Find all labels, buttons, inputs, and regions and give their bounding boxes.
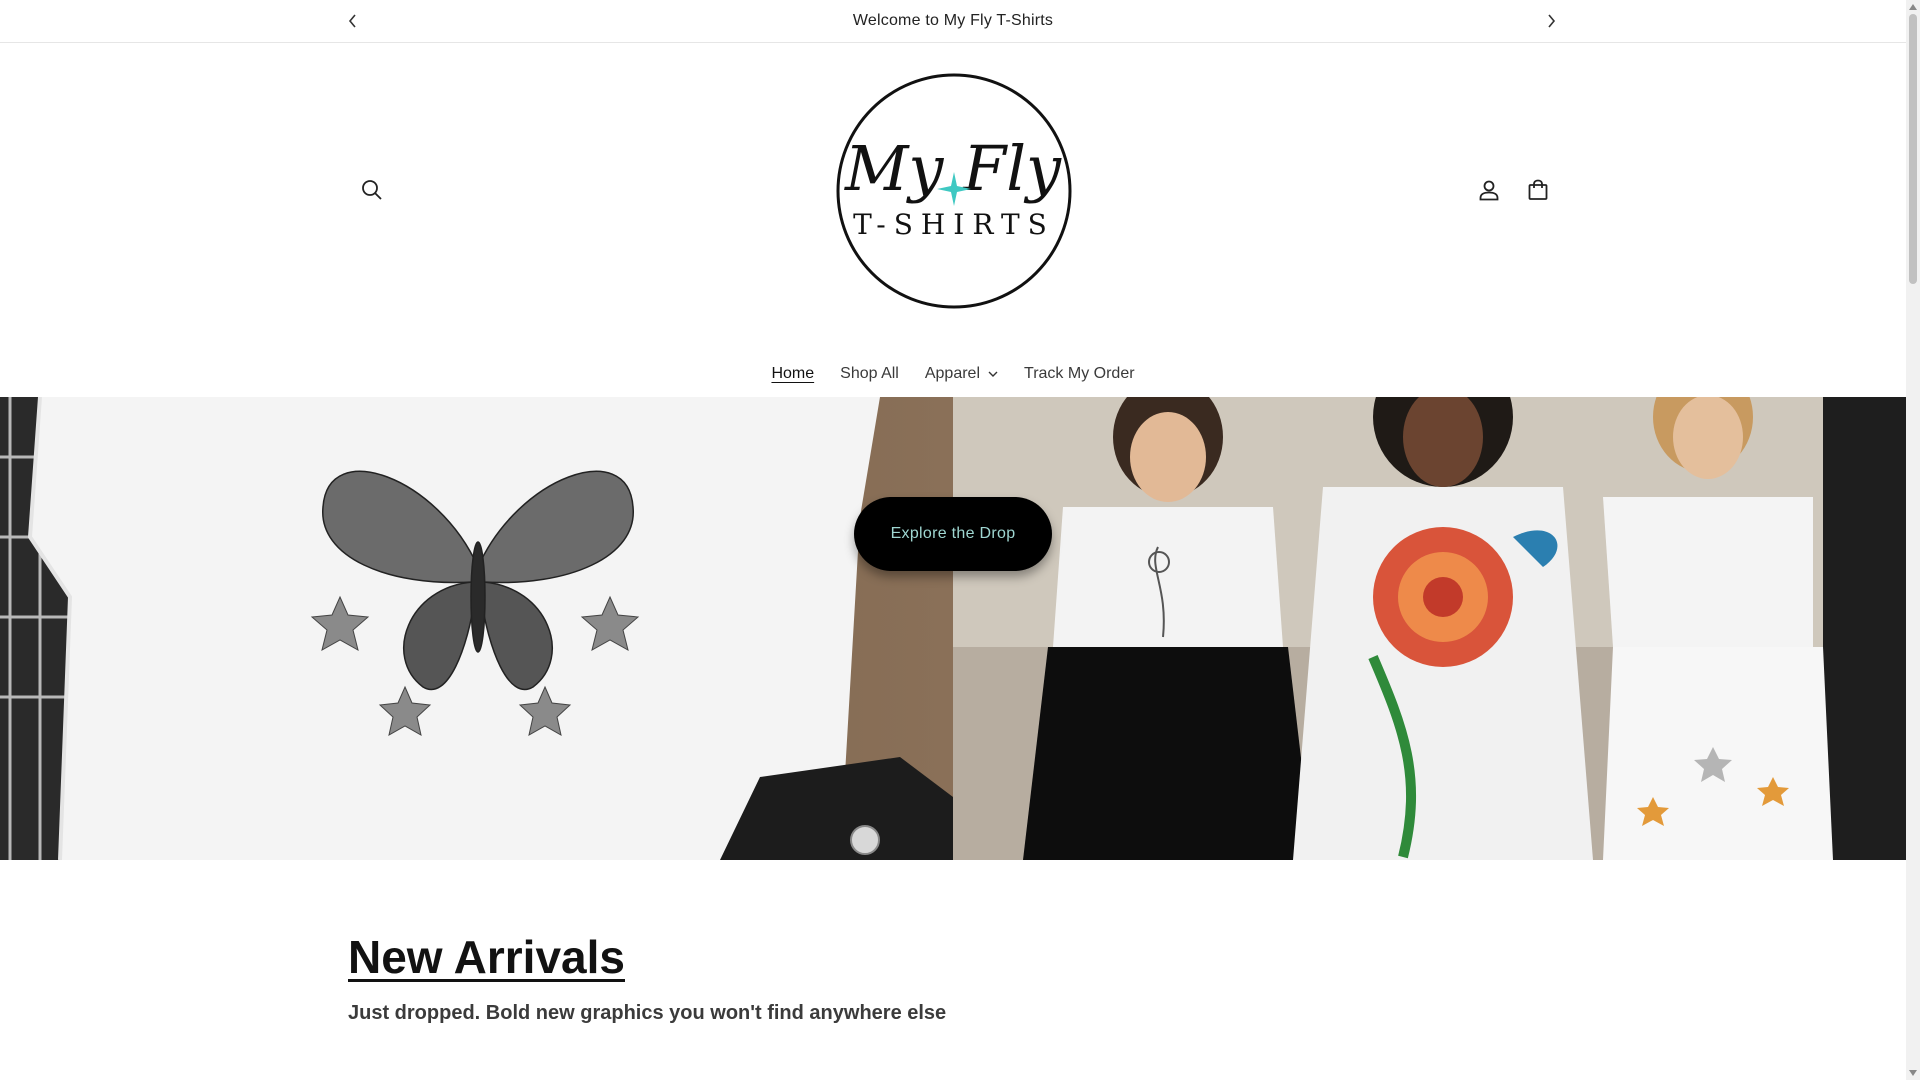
search-button[interactable] bbox=[352, 170, 392, 210]
nav-item-apparel[interactable]: Apparel bbox=[912, 359, 1011, 389]
main-nav: Home Shop All Apparel Track My Order bbox=[0, 359, 1906, 389]
store-logo[interactable]: My Fly T-SHIRTS bbox=[835, 72, 1073, 310]
announcement-text: Welcome to My Fly T-Shirts bbox=[852, 12, 1054, 29]
chevron-down-icon bbox=[988, 371, 998, 377]
scroll-down-arrow-icon[interactable] bbox=[1909, 1068, 1917, 1078]
logo-image: My Fly T-SHIRTS bbox=[836, 73, 1072, 309]
svg-text:T-SHIRTS: T-SHIRTS bbox=[853, 208, 1055, 241]
chevron-right-icon bbox=[1548, 14, 1556, 28]
announcement-bar: Welcome to My Fly T-Shirts bbox=[0, 0, 1906, 43]
announcement-next-button[interactable] bbox=[1540, 10, 1562, 32]
hero-image-butterfly-shirt bbox=[0, 397, 953, 860]
cart-button[interactable] bbox=[1518, 170, 1558, 210]
page-scrollbar[interactable] bbox=[1906, 0, 1920, 1080]
hero-banner bbox=[0, 397, 1906, 860]
explore-drop-button[interactable]: Explore the Drop bbox=[854, 497, 1052, 571]
scrollbar-thumb[interactable] bbox=[1909, 14, 1917, 284]
nav-item-apparel-label: Apparel bbox=[924, 365, 981, 382]
collection-subtitle: Just dropped. Bold new graphics you won'… bbox=[348, 1002, 947, 1024]
hero-image-models-walking bbox=[953, 397, 1906, 860]
nav-item-home[interactable]: Home bbox=[758, 359, 827, 389]
search-icon bbox=[362, 180, 382, 200]
account-button[interactable] bbox=[1469, 170, 1509, 210]
collection-title-link[interactable]: New Arrivals bbox=[348, 930, 625, 984]
nav-item-shop-all[interactable]: Shop All bbox=[827, 359, 912, 389]
cart-icon bbox=[1528, 179, 1548, 200]
nav-item-track-my-order[interactable]: Track My Order bbox=[1011, 359, 1148, 389]
scroll-up-arrow-icon[interactable] bbox=[1909, 2, 1917, 12]
account-icon bbox=[1479, 180, 1499, 201]
